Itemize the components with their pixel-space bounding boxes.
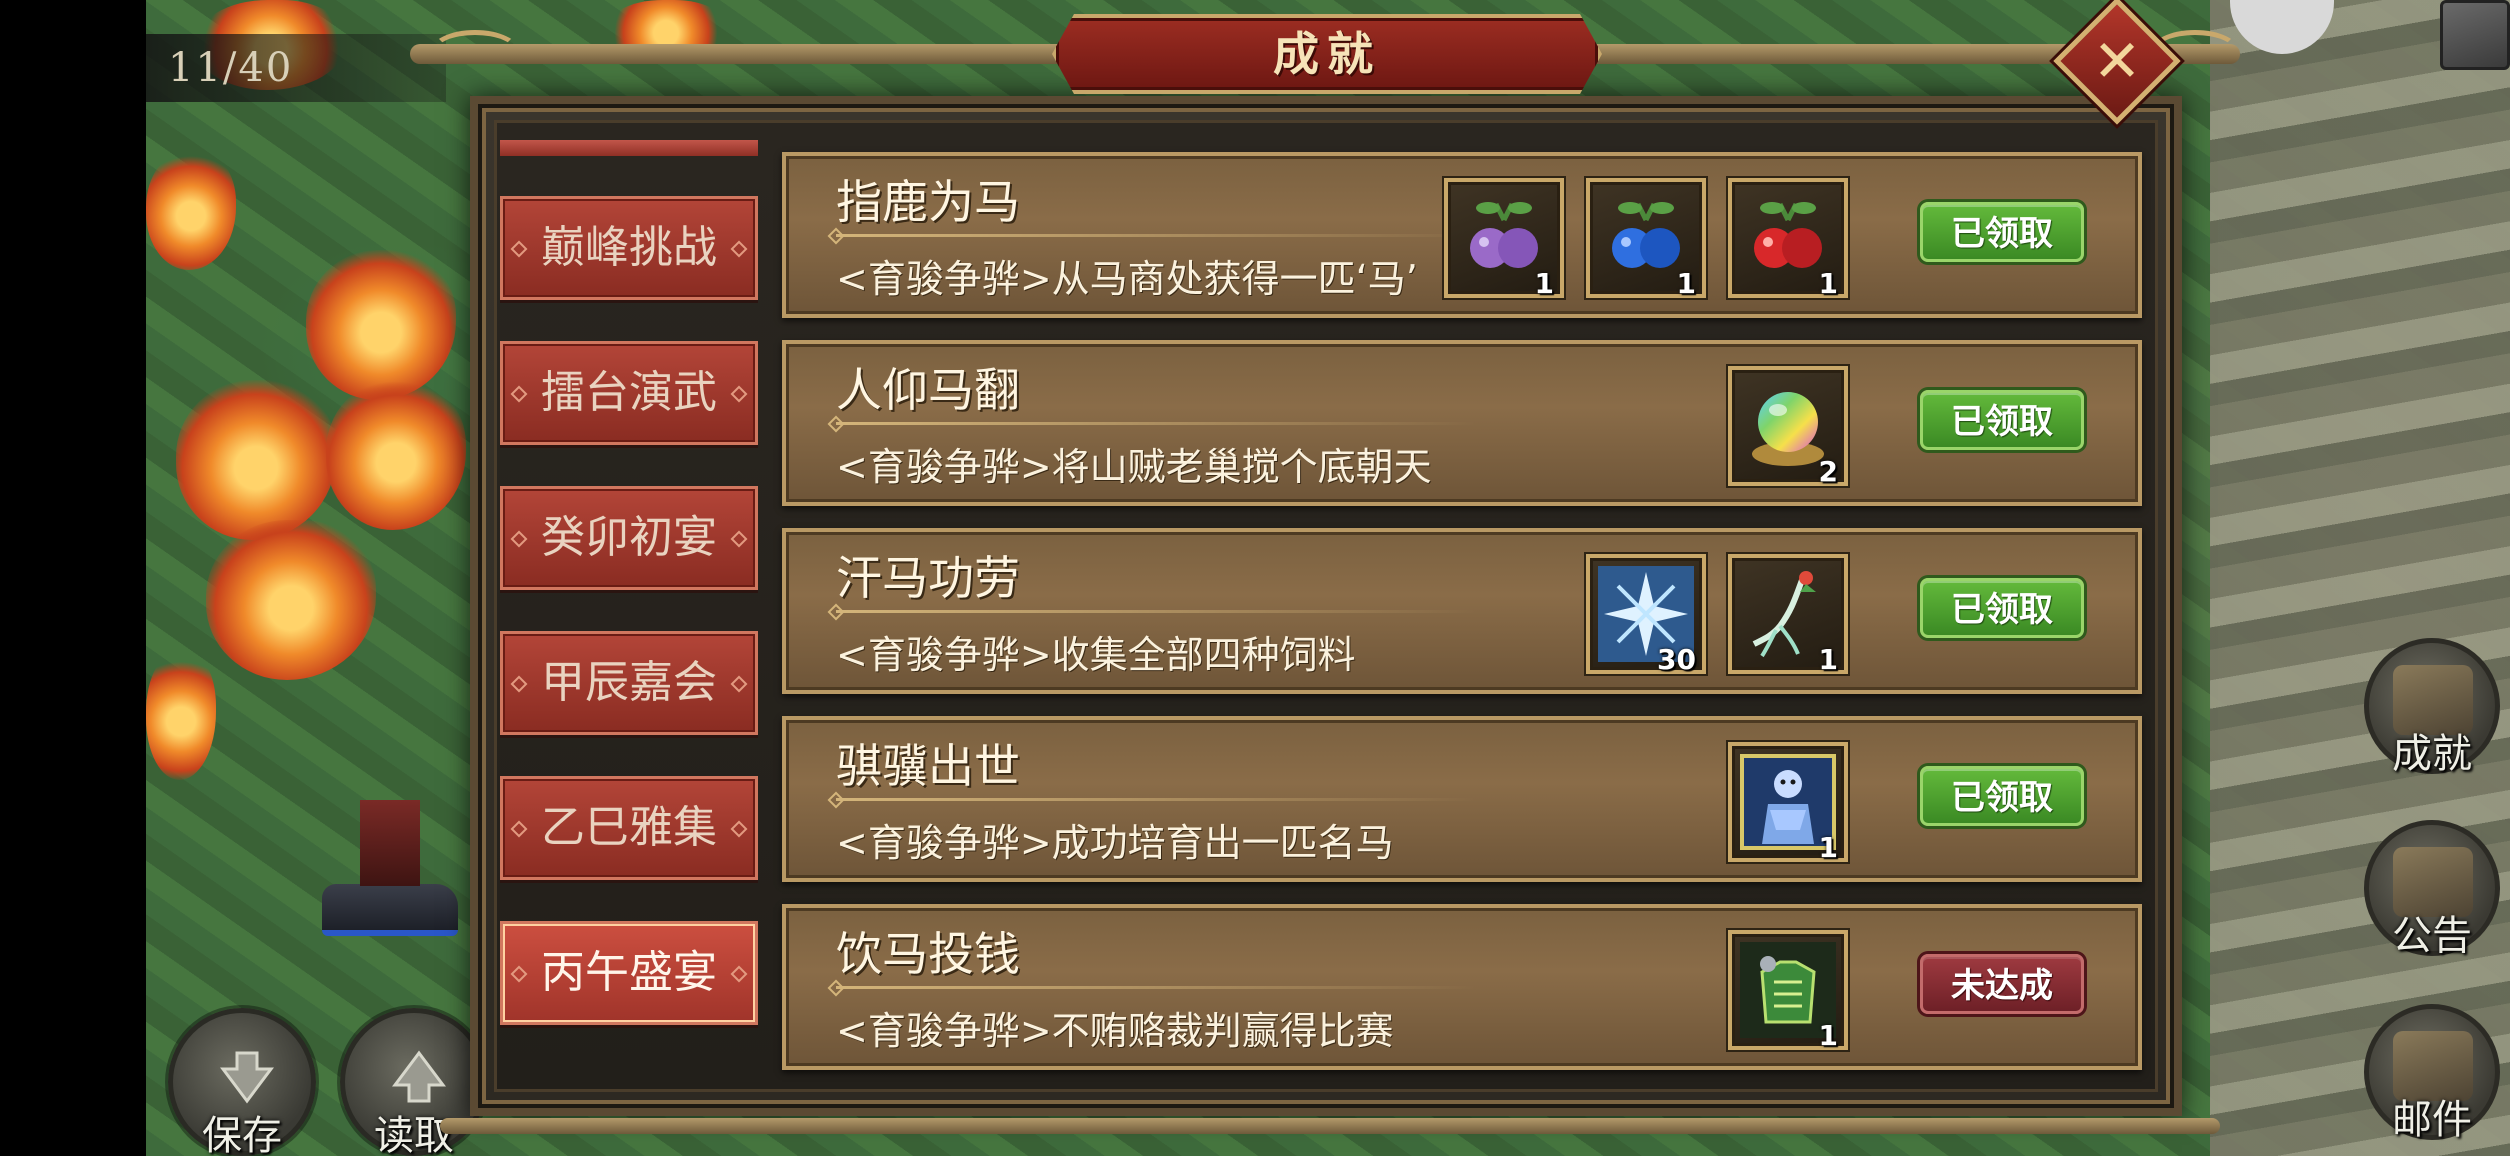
achievement-list: 指鹿为马 <育骏争骅>从马商处获得一匹‘马’ 1 1 1 已领取 人仰马翻 <育… <box>772 140 2152 1070</box>
reward-item[interactable]: 1 <box>1728 930 1848 1052</box>
achievement-row: 骐骥出世 <育骏争骅>成功培育出一匹名马 1 已领取 <box>782 716 2142 882</box>
reward-count: 1 <box>1818 643 1838 676</box>
reward-count: 1 <box>1818 831 1838 864</box>
achievement-description: <育骏争骅>不贿赂裁判赢得比赛 <box>836 1009 1394 1053</box>
parked-car[interactable] <box>322 884 458 936</box>
unmet-status-button[interactable]: 未达成 <box>1920 954 2084 1014</box>
tab-peak-challenge[interactable]: 巅峰挑战 <box>500 196 758 300</box>
reward-count: 1 <box>1676 267 1696 300</box>
achievement-description: <育骏争骅>从马商处获得一匹‘马’ <box>836 257 1418 301</box>
tab-label: 丙午盛宴 <box>541 947 717 998</box>
fire-tile <box>206 520 376 680</box>
tab-top-bar <box>500 140 758 156</box>
load-arrow-up-icon <box>392 1050 446 1103</box>
claimed-status-button[interactable]: 已领取 <box>1920 766 2084 826</box>
achievement-description: <育骏争骅>收集全部四种饲料 <box>836 633 1356 677</box>
mail-side-label: 邮件 <box>2392 1097 2472 1143</box>
save-arrow-down-icon <box>220 1051 274 1104</box>
achievement-side-label: 成就 <box>2392 731 2472 777</box>
reward-item[interactable]: 1 <box>1728 554 1848 676</box>
achievement-title: 骐骥出世 <box>836 739 1020 793</box>
tab-label: 巅峰挑战 <box>541 222 717 273</box>
reward-item[interactable]: 1 <box>1728 178 1848 300</box>
mail-side-button[interactable]: 邮件 <box>2364 1004 2500 1143</box>
row-divider <box>836 610 1476 613</box>
tab-jiachen-gathering[interactable]: 甲辰嘉会 <box>500 631 758 735</box>
achievement-row: 人仰马翻 <育骏争骅>将山贼老巢搅个底朝天 2 已领取 <box>782 340 2142 506</box>
reward-count: 30 <box>1657 643 1696 676</box>
fire-tile <box>306 250 456 400</box>
save-button[interactable]: 保存 <box>168 1008 316 1156</box>
reward-count: 1 <box>1818 267 1838 300</box>
achievement-description: <育骏争骅>成功培育出一匹名马 <box>836 821 1394 865</box>
top-right-icon[interactable] <box>2440 0 2510 70</box>
achievement-title: 饮马投钱 <box>836 927 1020 981</box>
row-divider <box>836 422 1476 425</box>
fire-tile <box>146 150 236 270</box>
reward-item[interactable]: 30 <box>1586 554 1706 676</box>
claimed-status-button[interactable]: 已领取 <box>1920 202 2084 262</box>
tab-bingwu-feast[interactable]: 丙午盛宴 <box>500 921 758 1025</box>
dialog-bottom-rail <box>440 1118 2220 1134</box>
achievement-title: 指鹿为马 <box>836 175 1020 229</box>
tab-label: 擂台演武 <box>541 367 717 418</box>
tab-yisi-assembly[interactable]: 乙巳雅集 <box>500 776 758 880</box>
rock-cliff <box>2210 0 2510 1156</box>
reward-item[interactable]: 1 <box>1728 742 1848 864</box>
achievement-title: 汗马功劳 <box>836 551 1020 605</box>
row-divider <box>836 234 1476 237</box>
page-counter: 11/40 <box>146 34 446 102</box>
fire-tile <box>146 650 216 780</box>
achievement-title: 人仰马翻 <box>836 363 1020 417</box>
reward-count: 1 <box>1534 267 1554 300</box>
close-x-icon[interactable]: ✕ <box>2072 16 2162 106</box>
reward-item[interactable]: 2 <box>1728 366 1848 488</box>
tab-guimao-banquet[interactable]: 癸卯初宴 <box>500 486 758 590</box>
claimed-status-button[interactable]: 已领取 <box>1920 390 2084 450</box>
tab-label: 甲辰嘉会 <box>541 657 717 708</box>
notice-side-label: 公告 <box>2392 913 2472 959</box>
achievement-row: 指鹿为马 <育骏争骅>从马商处获得一匹‘马’ 1 1 1 已领取 <box>782 152 2142 318</box>
notice-side-button[interactable]: 公告 <box>2364 820 2500 959</box>
fire-tile <box>326 380 466 530</box>
claimed-status-button[interactable]: 已领取 <box>1920 578 2084 638</box>
reward-count: 1 <box>1818 1019 1838 1052</box>
achievement-row: 饮马投钱 <育骏争骅>不贿赂裁判赢得比赛 1 未达成 <box>782 904 2142 1070</box>
achievement-description: <育骏争骅>将山贼老巢搅个底朝天 <box>836 445 1432 489</box>
fire-tile <box>176 380 336 540</box>
red-banner <box>360 800 420 886</box>
tab-arena-martial[interactable]: 擂台演武 <box>500 341 758 445</box>
tab-label: 癸卯初宴 <box>541 512 717 563</box>
reward-count: 2 <box>1818 455 1838 488</box>
save-button-label: 保存 <box>202 1113 282 1156</box>
title-ornament-left <box>430 30 520 74</box>
achievement-row: 汗马功劳 <育骏争骅>收集全部四种饲料 30 1 已领取 <box>782 528 2142 694</box>
dialog-title: 成就 <box>1273 27 1381 81</box>
reward-item[interactable]: 1 <box>1444 178 1564 300</box>
achievement-side-button[interactable]: 成就 <box>2364 638 2500 777</box>
row-divider <box>836 798 1476 801</box>
row-divider <box>836 986 1476 989</box>
tab-label: 乙巳雅集 <box>541 802 717 853</box>
reward-item[interactable]: 1 <box>1586 178 1706 300</box>
